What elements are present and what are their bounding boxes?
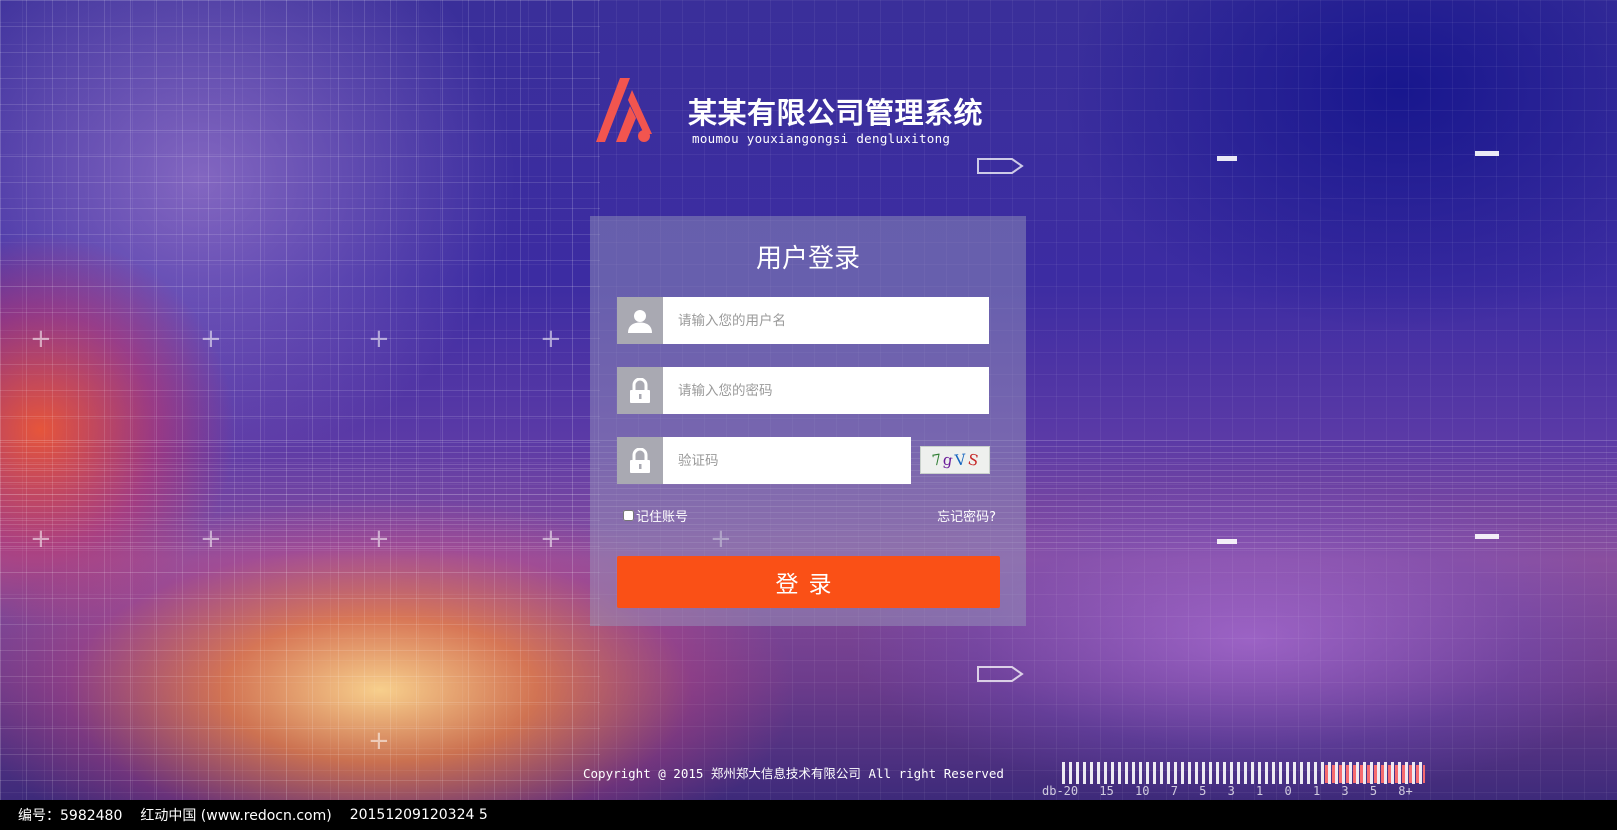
plus-decoration: + [30,324,52,354]
lock-icon [617,367,663,414]
copyright-text: Copyright @ 2015 郑州郑大信息技术有限公司 All right … [583,766,1004,781]
captcha-field [617,437,911,484]
plus-decoration: + [368,524,390,554]
dash-decoration [1217,539,1237,544]
arrow-tag-decoration [977,158,1024,174]
meter-scale-labels: db-20 15 10 7 5 3 1 0 1 3 5 8+ [1042,784,1413,798]
watermark-code: 20151209120324 5 [349,807,488,823]
plus-decoration: + [200,324,222,354]
dash-decoration [1475,151,1499,156]
username-field [617,297,989,344]
password-input[interactable] [663,367,989,414]
background-grid-left [0,0,600,800]
plus-decoration: + [540,524,562,554]
plus-decoration: + [368,726,390,756]
remember-label: 记住账号 [636,510,689,525]
login-panel: 用户登录 7gVS [590,216,1026,626]
login-button[interactable]: 登录 [617,556,1000,608]
password-field [617,367,989,414]
dash-decoration [1475,534,1499,539]
captcha-image[interactable]: 7gVS [920,446,990,474]
login-title: 用户登录 [755,244,860,274]
lock-icon [617,437,663,484]
captcha-char: S [966,450,980,470]
captcha-char: g [942,450,955,470]
forgot-password-link[interactable]: 忘记密码? [937,506,996,525]
username-input[interactable] [663,297,989,344]
remember-checkbox[interactable] [623,510,634,521]
arrow-tag-decoration [977,666,1024,682]
captcha-text: 7gVS [930,450,980,470]
company-logo-icon [596,78,652,142]
plus-decoration: + [540,324,562,354]
meter-ticks-red [1325,765,1425,783]
watermark-id: 编号：5982480 [18,808,123,824]
captcha-char: V [954,450,967,470]
plus-decoration: + [200,524,222,554]
dash-decoration [1217,156,1237,161]
remember-account[interactable]: 记住账号 [623,506,688,525]
plus-decoration: + [30,524,52,554]
watermark-site: 红动中国 (www.redocn.com) [140,808,332,824]
captcha-input[interactable] [663,437,911,484]
system-title: 某某有限公司管理系统 [688,96,984,130]
system-subtitle: moumou youxiangongsi dengluxitong [692,131,951,146]
user-icon [617,297,663,344]
watermark-bar: 编号：5982480 红动中国 (www.redocn.com) 2015120… [0,800,1617,830]
plus-decoration: + [368,324,390,354]
